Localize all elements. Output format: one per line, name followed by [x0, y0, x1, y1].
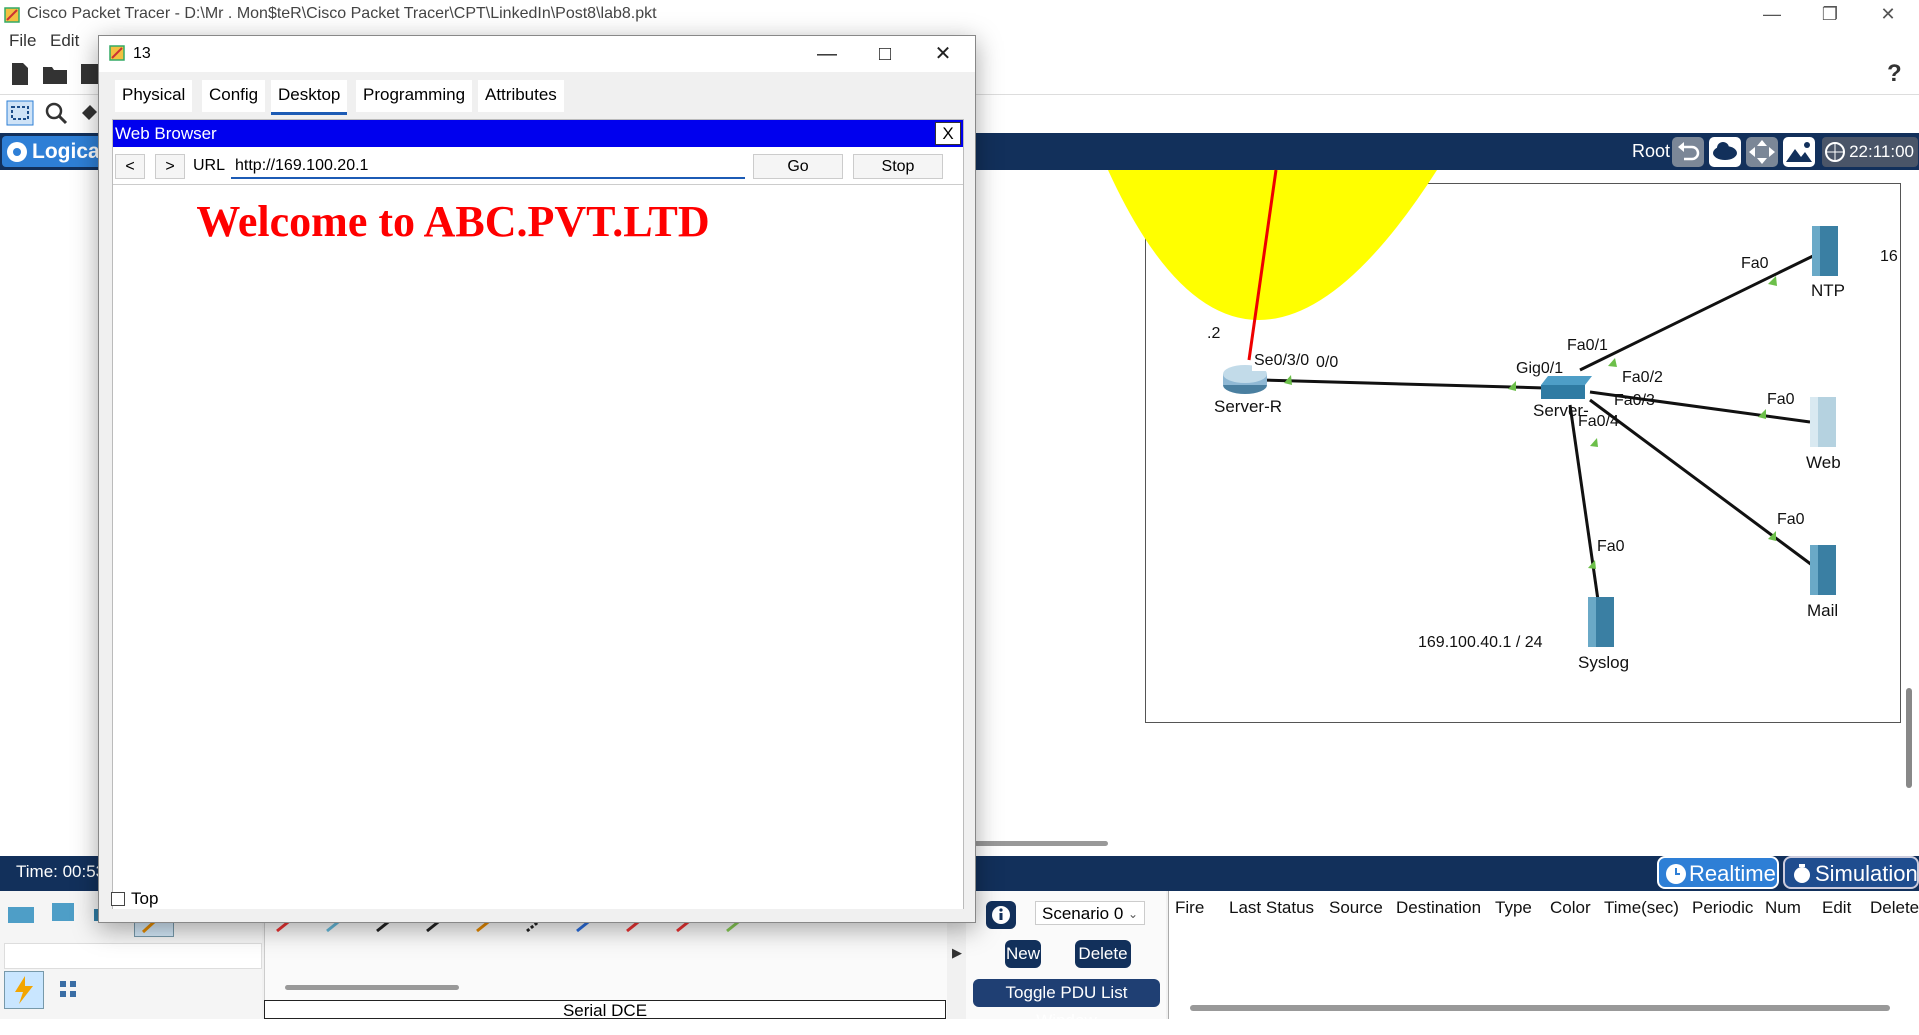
router-ip-suffix: .2	[1203, 324, 1225, 344]
pdu-col-delete: Delete	[1870, 898, 1919, 917]
server-r-label[interactable]: Server-R	[1214, 397, 1282, 417]
device-dialog: 13 — □ ✕ Physical Config Desktop Program…	[98, 35, 976, 923]
stopwatch-icon	[1794, 864, 1810, 883]
router-serial-port: Se0/3/0	[1252, 351, 1312, 371]
router-port-partial: 0/0	[1316, 354, 1339, 371]
cable-panel-scroll[interactable]	[285, 985, 459, 990]
pdu-col-destination: Destination	[1396, 898, 1482, 917]
tab-physical[interactable]: Physical	[115, 80, 193, 112]
cable-type-label: Serial DCE	[264, 1000, 946, 1020]
ntp-server-icon	[1812, 226, 1838, 276]
switch-fa03-port: Fa0/3	[1614, 392, 1655, 409]
tab-programming[interactable]: Programming	[356, 80, 473, 112]
browser-back-button[interactable]: <	[115, 154, 145, 179]
tab-config[interactable]: Config	[202, 80, 266, 112]
mail-port: Fa0	[1777, 511, 1805, 528]
top-checkbox-label: Top	[131, 889, 159, 908]
mail-server-icon	[1810, 545, 1836, 595]
switch-fa02-port: Fa0/2	[1622, 369, 1663, 386]
scenario-value: Scenario 0	[1042, 904, 1124, 923]
browser-close-button[interactable]: X	[935, 122, 961, 145]
edge-partial-label: 16	[1880, 248, 1898, 265]
dialog-maximize-button[interactable]: □	[859, 38, 911, 70]
subnet-label: 169.100.40.1 / 24	[1412, 632, 1549, 654]
syslog-port: Fa0	[1597, 538, 1625, 555]
pdu-col-source: Source	[1329, 898, 1383, 917]
top-checkbox[interactable]	[111, 892, 125, 906]
clock-icon	[1666, 864, 1686, 884]
info-icon[interactable]	[986, 901, 1016, 929]
toggle-pdu-list-button[interactable]: Toggle PDU List Window	[973, 979, 1160, 1030]
connections-icon[interactable]	[4, 971, 44, 1009]
stop-button[interactable]: Stop	[853, 154, 943, 179]
web-server-icon	[1810, 397, 1836, 447]
pdu-col-time: Time(sec)	[1604, 898, 1679, 917]
pdu-col-fire: Fire	[1175, 898, 1205, 917]
browser-forward-button[interactable]: >	[155, 154, 185, 179]
link-switch-syslog	[1568, 404, 1600, 601]
pdu-col-num: Num	[1765, 898, 1801, 917]
link-switch-ntp	[1579, 253, 1816, 372]
tab-desktop[interactable]: Desktop	[271, 80, 348, 115]
switch-gig-port: Gig0/1	[1516, 360, 1564, 377]
page-heading: Welcome to ABC.PVT.LTD	[196, 197, 710, 246]
panel-expand-icon[interactable]: ▶	[952, 945, 962, 961]
realtime-button[interactable]: Realtime	[1657, 856, 1779, 889]
pdu-table-scroll[interactable]	[1190, 1005, 1890, 1011]
syslog-server-icon	[1588, 597, 1614, 647]
delete-pdu-button[interactable]: Delete	[1075, 940, 1131, 968]
switch-fa01-port: Fa0/1	[1567, 337, 1608, 354]
syslog-label[interactable]: Syslog	[1578, 653, 1629, 673]
browser-titlebar: Web Browser	[113, 120, 963, 147]
web-port: Fa0	[1767, 391, 1795, 408]
workspace-vscroll[interactable]	[1906, 688, 1912, 788]
tab-attributes[interactable]: Attributes	[478, 80, 564, 112]
browser-page: Welcome to ABC.PVT.LTD	[113, 184, 963, 909]
scenario-select[interactable]: Scenario 0 ⌄	[1035, 901, 1145, 925]
dialog-minimize-button[interactable]: —	[801, 38, 853, 70]
workspace-hscroll[interactable]	[974, 841, 1108, 846]
pdu-col-last-status: Last Status	[1229, 898, 1315, 917]
dialog-app-icon	[109, 45, 125, 61]
link-status-lights	[1284, 276, 1777, 569]
dialog-close-button[interactable]: ✕	[917, 38, 969, 70]
pdu-col-edit: Edit	[1822, 898, 1852, 917]
dialog-titlebar: 13 — □ ✕	[99, 36, 975, 72]
mail-label[interactable]: Mail	[1807, 601, 1838, 621]
link-router-switch	[1261, 378, 1546, 390]
dialog-title: 13	[133, 45, 151, 62]
go-button[interactable]: Go	[753, 154, 843, 179]
web-label[interactable]: Web	[1806, 453, 1841, 473]
chevron-down-icon: ⌄	[1127, 907, 1138, 921]
ntp-port: Fa0	[1741, 255, 1769, 272]
time-label: Time: 00:53	[16, 862, 106, 881]
realtime-label: Realtime	[1689, 861, 1776, 886]
grid-icon[interactable]	[58, 979, 78, 999]
new-pdu-button[interactable]: New	[1005, 940, 1041, 968]
simulation-button[interactable]: Simulation	[1783, 856, 1919, 889]
dialog-tabs: Physical Config Desktop Programming Attr…	[99, 80, 975, 115]
ntp-label[interactable]: NTP	[1811, 281, 1845, 301]
device-search-box[interactable]	[4, 943, 262, 969]
end-devices-icon[interactable]	[48, 901, 78, 927]
switch-icon	[1541, 376, 1592, 399]
pdu-col-periodic: Periodic	[1692, 898, 1754, 917]
url-input[interactable]	[231, 154, 745, 179]
web-browser-app: Web Browser X < > URL Go Stop Welcome to…	[112, 119, 964, 909]
pdu-col-color: Color	[1550, 898, 1591, 917]
network-devices-icon[interactable]	[6, 901, 36, 927]
pdu-col-type: Type	[1495, 898, 1532, 917]
url-label: URL	[193, 157, 226, 174]
switch-fa04-port: Fa0/4	[1578, 413, 1619, 430]
simulation-label: Simulation	[1815, 861, 1918, 886]
